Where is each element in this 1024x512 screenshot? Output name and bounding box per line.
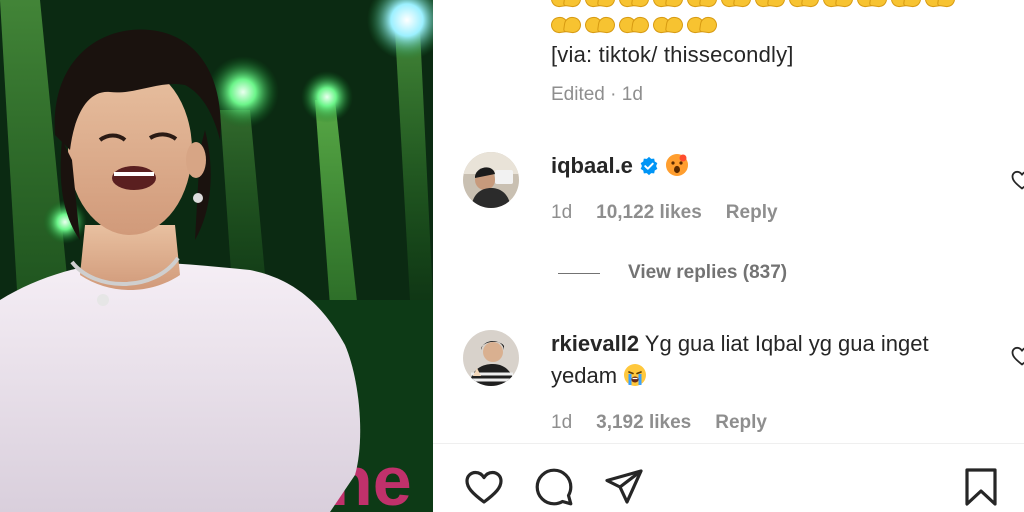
caption-emoji-row-upper bbox=[551, 0, 955, 12]
heart-hands-icon bbox=[585, 0, 615, 8]
heart-hands-icon bbox=[789, 0, 819, 8]
heart-hands-icon bbox=[925, 0, 955, 8]
actions-divider bbox=[433, 443, 1024, 444]
divider-line bbox=[558, 272, 600, 274]
heart-hands-icon bbox=[619, 14, 649, 34]
post-action-bar bbox=[433, 452, 1024, 512]
comment-like-heart-icon[interactable] bbox=[1010, 344, 1024, 368]
heart-hands-icon bbox=[551, 14, 581, 34]
heart-hands-icon bbox=[857, 0, 887, 8]
heart-hands-icon bbox=[653, 0, 683, 8]
comment-like-heart-icon[interactable] bbox=[1010, 168, 1024, 192]
comment-time: 1d bbox=[551, 202, 573, 223]
reply-button[interactable]: Reply bbox=[715, 412, 767, 434]
caption-source: [via: tiktok/ thissecondly] bbox=[551, 42, 794, 67]
heart-hands-icon bbox=[687, 14, 717, 34]
reply-button[interactable]: Reply bbox=[726, 202, 778, 224]
heart-hands-icon bbox=[823, 0, 853, 8]
heart-hands-icon bbox=[687, 0, 717, 8]
avatar[interactable] bbox=[463, 152, 519, 208]
comment-username[interactable]: iqbaal.e bbox=[551, 153, 633, 178]
loudly-crying-face-icon bbox=[623, 363, 647, 387]
view-replies-button[interactable]: View replies (837) bbox=[558, 262, 787, 284]
heart-hands-icon bbox=[653, 14, 683, 34]
post-media[interactable]: he bbox=[0, 0, 433, 512]
comment-likes[interactable]: 10,122 likes bbox=[596, 202, 702, 224]
heart-hands-icon bbox=[551, 0, 581, 8]
comment-text: rkievall2 Yg gua liat Iqbal yg gua inget… bbox=[551, 328, 971, 392]
comment-text: iqbaal.e bbox=[551, 150, 971, 182]
view-replies-label: View replies (837) bbox=[628, 262, 788, 283]
paper-plane-icon[interactable] bbox=[603, 466, 645, 508]
comments-panel: [via: tiktok/ thissecondly] Edited · 1d … bbox=[433, 0, 1024, 512]
heart-hands-icon bbox=[755, 0, 785, 8]
avatar[interactable] bbox=[463, 330, 519, 386]
comment-meta: 1d 10,122 likes Reply bbox=[551, 202, 778, 224]
edited-timestamp: Edited · 1d bbox=[551, 84, 643, 105]
caption-emoji-row bbox=[551, 14, 717, 38]
concert-photo: he bbox=[0, 0, 433, 512]
comment-likes[interactable]: 3,192 likes bbox=[596, 412, 691, 434]
bookmark-icon[interactable] bbox=[960, 466, 1002, 508]
comment-meta: 1d 3,192 likes Reply bbox=[551, 412, 767, 434]
heart-hands-icon bbox=[619, 0, 649, 8]
heart-hands-icon bbox=[891, 0, 921, 8]
heart-hands-icon bbox=[585, 14, 615, 34]
comment-time: 1d bbox=[551, 412, 573, 433]
comment-bubble-icon[interactable] bbox=[533, 466, 575, 508]
heart-outline-icon[interactable] bbox=[463, 466, 505, 508]
face-with-open-mouth-icon bbox=[665, 153, 689, 177]
heart-hands-icon bbox=[721, 0, 751, 8]
verified-badge-icon bbox=[639, 156, 659, 176]
comment-username[interactable]: rkievall2 bbox=[551, 331, 639, 356]
